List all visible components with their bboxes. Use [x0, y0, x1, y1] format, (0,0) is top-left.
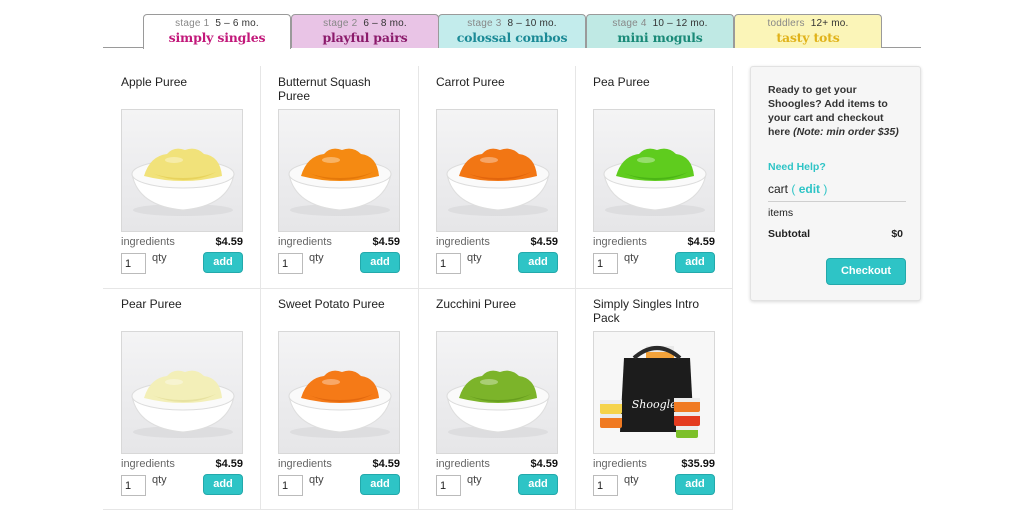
product-image[interactable]	[436, 331, 558, 454]
ingredients-link[interactable]: ingredients	[278, 236, 332, 248]
tab-title: colossal combos	[456, 30, 568, 45]
product-image[interactable]	[121, 109, 243, 232]
tab-age-label: 10 – 12 mo.	[652, 18, 708, 29]
cart-panel: Ready to get your Shoogles? Add items to…	[750, 66, 921, 301]
ingredients-link[interactable]: ingredients	[593, 458, 647, 470]
quantity-label: qty	[624, 252, 639, 264]
tab-playful-pairs[interactable]: stage 2 6 – 8 mo. playful pairs	[291, 14, 439, 48]
quantity-label: qty	[152, 252, 167, 264]
product-image[interactable]	[278, 331, 400, 454]
quantity-input[interactable]	[278, 253, 303, 274]
product-name[interactable]: Apple Puree	[121, 75, 246, 89]
product-card: Simply Singles Intro Pack Shoogles ingredi…	[575, 288, 732, 510]
ingredients-link[interactable]: ingredients	[121, 236, 175, 248]
product-image[interactable]	[436, 109, 558, 232]
product-price: $4.59	[372, 236, 400, 248]
product-card: Butternut Squash Puree ingredients $4.59 qt…	[260, 66, 417, 288]
quantity-input[interactable]	[593, 475, 618, 496]
min-order-note: (Note: min order $35)	[793, 126, 899, 138]
ingredients-link[interactable]: ingredients	[278, 458, 332, 470]
product-image[interactable]: Shoogles	[593, 331, 715, 454]
product-price: $4.59	[215, 458, 243, 470]
quantity-label: qty	[467, 252, 482, 264]
product-price: $4.59	[687, 236, 715, 248]
cart-intro: Ready to get your Shoogles? Add items to…	[768, 83, 908, 139]
tab-title: tasty tots	[776, 30, 840, 45]
cart-label: cart	[768, 182, 789, 196]
need-help-link[interactable]: Need Help?	[768, 161, 826, 173]
add-to-cart-button[interactable]: add	[360, 252, 400, 273]
cart-edit-link[interactable]: edit	[799, 182, 820, 196]
product-price: $4.59	[372, 458, 400, 470]
product-card: Zucchini Puree ingredients $4.59 qty add	[418, 288, 575, 510]
product-name[interactable]: Zucchini Puree	[436, 297, 561, 311]
subtotal-value: $0	[891, 228, 903, 240]
quantity-input[interactable]	[121, 475, 146, 496]
tab-age-label: 6 – 8 mo.	[363, 18, 407, 29]
checkout-button[interactable]: Checkout	[826, 258, 906, 285]
tab-stage-label: stage 2	[323, 18, 358, 29]
quantity-label: qty	[309, 252, 324, 264]
tab-title: playful pairs	[322, 30, 408, 45]
cart-heading: cart ( edit )	[768, 182, 906, 202]
add-to-cart-button[interactable]: add	[518, 474, 558, 495]
quantity-label: qty	[152, 474, 167, 486]
add-to-cart-button[interactable]: add	[360, 474, 400, 495]
quantity-label: qty	[467, 474, 482, 486]
product-price: $35.99	[681, 458, 715, 470]
product-image[interactable]	[121, 331, 243, 454]
product-card: Carrot Puree ingredients $4.59 qty add	[418, 66, 575, 288]
cart-items-label: items	[768, 207, 794, 219]
product-price: $4.59	[530, 236, 558, 248]
ingredients-link[interactable]: ingredients	[593, 236, 647, 248]
tab-mini-moguls[interactable]: stage 4 10 – 12 mo. mini moguls	[586, 14, 734, 48]
tab-age-label: 12+ mo.	[810, 18, 849, 29]
add-to-cart-button[interactable]: add	[675, 252, 715, 273]
ingredients-link[interactable]: ingredients	[436, 458, 490, 470]
tab-colossal-combos[interactable]: stage 3 8 – 10 mo. colossal combos	[438, 14, 586, 48]
tab-stage-label: stage 1	[175, 18, 210, 29]
product-name[interactable]: Pear Puree	[121, 297, 246, 311]
quantity-input[interactable]	[436, 475, 461, 496]
quantity-label: qty	[309, 474, 324, 486]
stage-tabs: stage 1 5 – 6 mo. simply singles stage 2 6…	[103, 0, 921, 49]
product-name[interactable]: Carrot Puree	[436, 75, 561, 89]
quantity-label: qty	[624, 474, 639, 486]
subtotal-label: Subtotal	[768, 228, 810, 240]
add-to-cart-button[interactable]: add	[203, 252, 243, 273]
tab-stage-label: stage 4	[612, 18, 647, 29]
add-to-cart-button[interactable]: add	[675, 474, 715, 495]
quantity-input[interactable]	[278, 475, 303, 496]
tab-stage-label: stage 3	[467, 18, 502, 29]
product-name[interactable]: Sweet Potato Puree	[278, 297, 403, 311]
product-name[interactable]: Simply Singles Intro Pack	[593, 297, 718, 325]
product-card: Pea Puree ingredients $4.59 qty add	[575, 66, 732, 288]
quantity-input[interactable]	[121, 253, 146, 274]
ingredients-link[interactable]: ingredients	[121, 458, 175, 470]
product-card: Apple Puree ingredients $4.59 qty add	[103, 66, 260, 288]
product-price: $4.59	[215, 236, 243, 248]
tab-age-label: 5 – 6 mo.	[215, 18, 259, 29]
product-name[interactable]: Pea Puree	[593, 75, 718, 89]
product-card: Sweet Potato Puree ingredients $4.59 qty add	[260, 288, 417, 510]
tab-title: simply singles	[168, 30, 266, 45]
product-image[interactable]	[593, 109, 715, 232]
tab-age-label: 8 – 10 mo.	[507, 18, 557, 29]
tab-tasty-tots[interactable]: toddlers 12+ mo. tasty tots	[734, 14, 882, 48]
product-name[interactable]: Butternut Squash Puree	[278, 75, 403, 103]
product-image[interactable]	[278, 109, 400, 232]
tab-title: mini moguls	[617, 30, 703, 45]
quantity-input[interactable]	[436, 253, 461, 274]
quantity-input[interactable]	[593, 253, 618, 274]
ingredients-link[interactable]: ingredients	[436, 236, 490, 248]
add-to-cart-button[interactable]: add	[518, 252, 558, 273]
add-to-cart-button[interactable]: add	[203, 474, 243, 495]
tab-stage-label: toddlers	[767, 18, 805, 29]
product-price: $4.59	[530, 458, 558, 470]
tab-simply-singles[interactable]: stage 1 5 – 6 mo. simply singles	[143, 14, 291, 49]
product-card: Pear Puree ingredients $4.59 qty add	[103, 288, 260, 510]
